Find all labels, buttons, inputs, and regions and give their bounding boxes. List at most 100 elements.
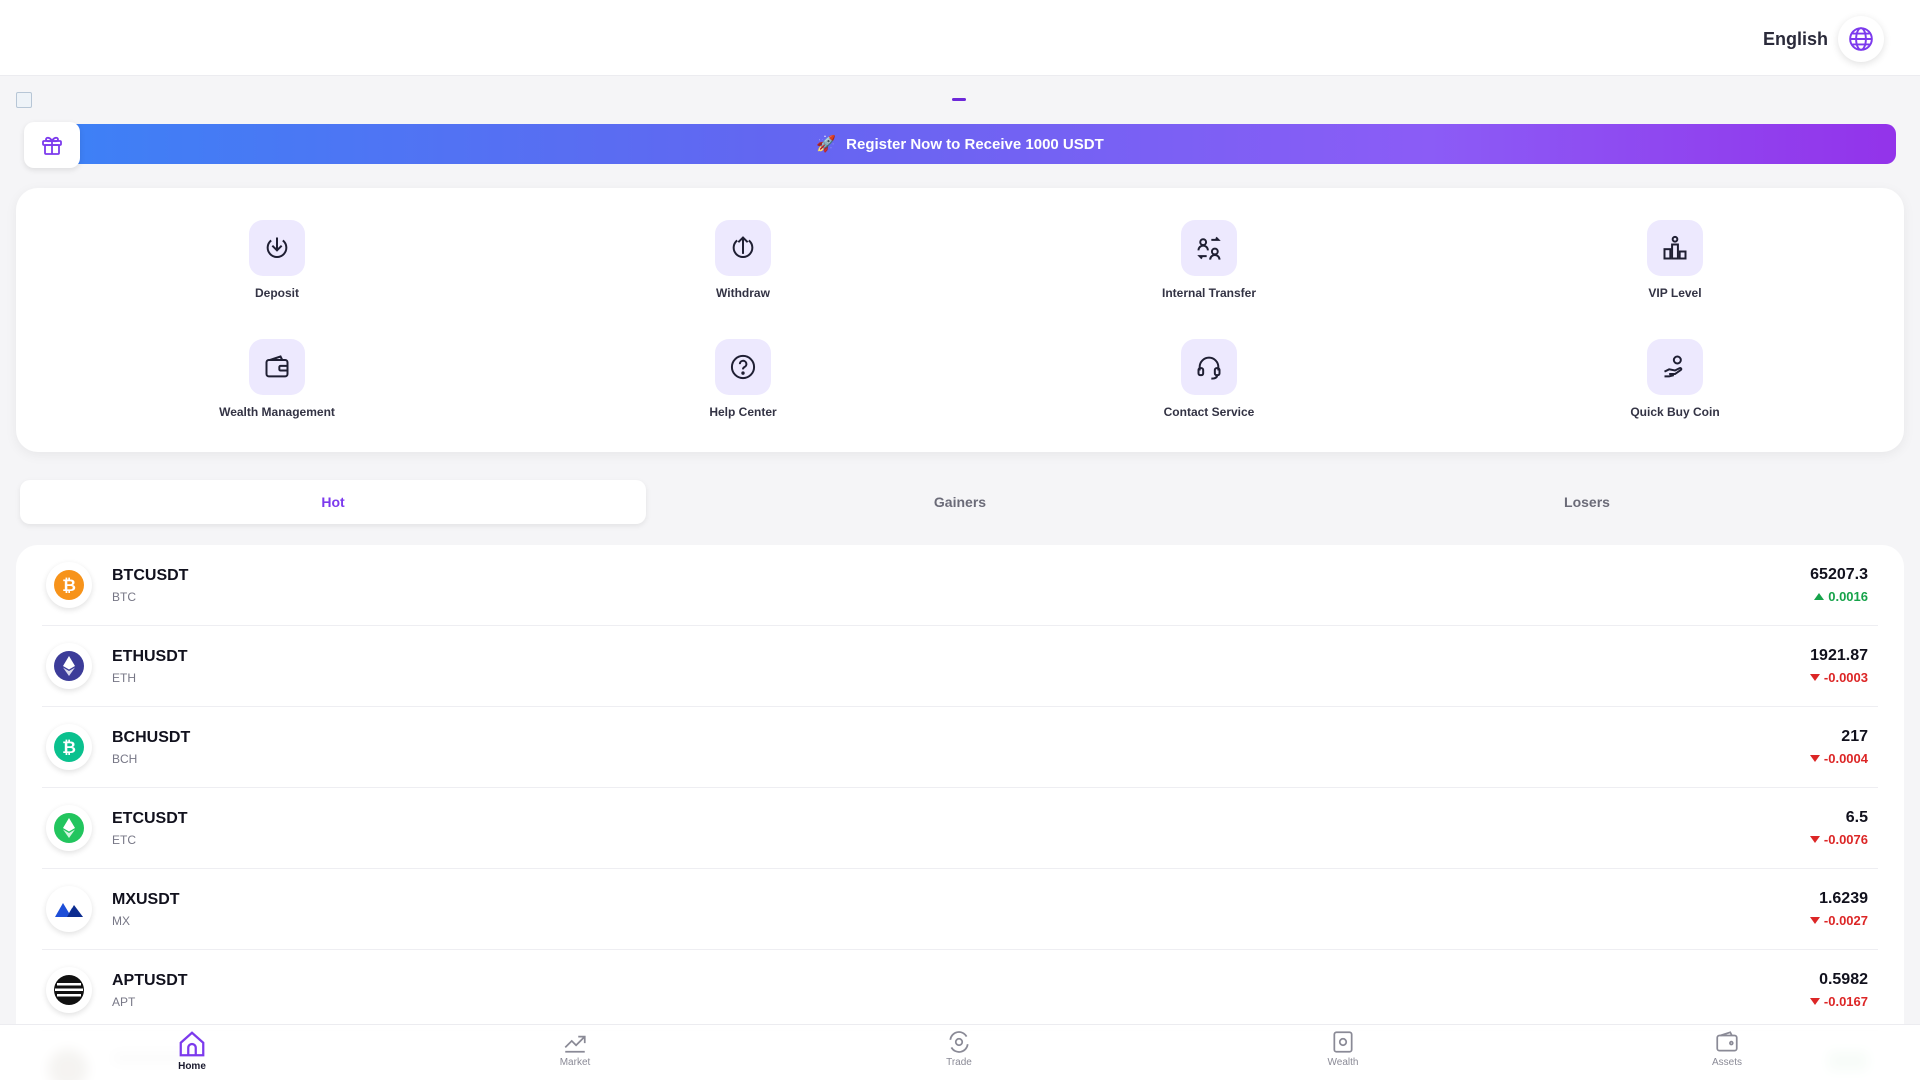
change-value: -0.0076	[1823, 832, 1868, 847]
change-value: -0.0003	[1823, 670, 1868, 685]
wealth-icon	[1333, 1031, 1353, 1053]
market-row-btc[interactable]: ₿ BTCUSDT BTC 65207.3 0.0016	[42, 545, 1878, 626]
action-label: Quick Buy Coin	[1630, 405, 1720, 419]
language-label[interactable]: English	[1763, 29, 1828, 50]
pair-change: -0.0076	[1809, 832, 1868, 847]
top-header: English	[0, 0, 1920, 76]
pair-change: 0.0016	[1814, 589, 1868, 604]
etc-coin-icon	[46, 805, 92, 851]
nav-assets[interactable]: Assets	[1667, 1029, 1787, 1068]
pair-name: BCHUSDT	[112, 729, 191, 746]
nav-market[interactable]: Market	[515, 1029, 635, 1068]
language-selector[interactable]: English	[1763, 16, 1884, 62]
tab-gainers[interactable]: Gainers	[647, 480, 1273, 524]
action-label: Wealth Management	[219, 405, 335, 419]
deposit-button[interactable]: Deposit	[177, 220, 377, 300]
pair-price: 6.5	[1845, 809, 1868, 826]
market-tabs: Hot Gainers Losers	[20, 480, 1900, 524]
change-value: 0.0016	[1828, 589, 1868, 604]
market-row-bch[interactable]: ₿ BCHUSDT BCH 217 -0.0004	[42, 707, 1878, 788]
pair-price: 65207.3	[1810, 566, 1868, 583]
buy-coin-icon	[1647, 339, 1703, 395]
pair-name: ETCUSDT	[112, 810, 188, 827]
quick-actions-card: Deposit Withdraw Internal Transfer VIP L…	[16, 188, 1904, 452]
headset-icon	[1181, 339, 1237, 395]
withdraw-icon	[715, 220, 771, 276]
pair-symbol: APT	[112, 995, 136, 1009]
nav-label: Trade	[946, 1057, 972, 1068]
vip-level-button[interactable]: VIP Level	[1575, 220, 1775, 300]
down-arrow-icon	[1809, 917, 1820, 924]
help-center-button[interactable]: Help Center	[643, 339, 843, 419]
action-label: Help Center	[709, 405, 777, 419]
down-arrow-icon	[1809, 836, 1820, 843]
pair-change: -0.0167	[1809, 994, 1868, 1009]
nav-label: Home	[178, 1061, 206, 1072]
action-label: VIP Level	[1648, 286, 1702, 300]
apt-coin-icon	[46, 967, 92, 1013]
svg-text:₿: ₿	[62, 576, 76, 596]
market-row-eth[interactable]: ETHUSDT ETH 1921.87 -0.0003	[42, 626, 1878, 707]
help-icon	[715, 339, 771, 395]
vip-icon	[1647, 220, 1703, 276]
market-icon	[564, 1035, 586, 1053]
trade-icon	[949, 1031, 969, 1053]
bch-coin-icon: ₿	[46, 724, 92, 770]
wealth-management-button[interactable]: Wealth Management	[177, 339, 377, 419]
market-row-apt[interactable]: APTUSDT APT 0.5982 -0.0167	[42, 950, 1878, 1031]
market-row-etc[interactable]: ETCUSDT ETC 6.5 -0.0076	[42, 788, 1878, 869]
home-icon	[179, 1031, 205, 1057]
action-label: Withdraw	[716, 286, 770, 300]
gift-icon[interactable]	[24, 122, 80, 168]
up-arrow-icon	[1814, 593, 1825, 600]
pair-name: ETHUSDT	[112, 648, 188, 665]
pair-price: 1921.87	[1810, 647, 1868, 664]
pair-change: -0.0003	[1809, 670, 1868, 685]
nav-trade[interactable]: Trade	[899, 1029, 1019, 1068]
pair-symbol: MX	[112, 914, 130, 928]
change-value: -0.0027	[1823, 913, 1868, 928]
market-row-mx[interactable]: MXUSDT MX 1.6239 -0.0027	[42, 869, 1878, 950]
down-arrow-icon	[1809, 998, 1820, 1005]
action-label: Internal Transfer	[1161, 286, 1257, 300]
pair-symbol: ETH	[112, 671, 136, 685]
nav-label: Market	[559, 1057, 591, 1068]
mx-coin-icon	[46, 886, 92, 932]
btc-coin-icon: ₿	[46, 562, 92, 608]
pair-change: -0.0004	[1809, 751, 1868, 766]
pair-name: BTCUSDT	[112, 567, 189, 584]
tab-losers[interactable]: Losers	[1274, 480, 1900, 524]
wallet-icon	[249, 339, 305, 395]
eth-coin-icon	[46, 643, 92, 689]
down-arrow-icon	[1809, 755, 1820, 762]
register-banner[interactable]: 🚀 Register Now to Receive 1000 USDT	[24, 124, 1896, 164]
pair-price: 1.6239	[1819, 890, 1868, 907]
nav-wealth[interactable]: Wealth	[1283, 1029, 1403, 1068]
pair-symbol: ETC	[112, 833, 136, 847]
contact-service-button[interactable]: Contact Service	[1109, 339, 1309, 419]
tab-hot[interactable]: Hot	[20, 480, 646, 524]
pair-price: 217	[1841, 728, 1868, 745]
quick-buy-coin-button[interactable]: Quick Buy Coin	[1575, 339, 1775, 419]
bottom-navigation: Home Market Trade Wealth Assets	[0, 1024, 1920, 1080]
withdraw-button[interactable]: Withdraw	[643, 220, 843, 300]
rocket-icon: 🚀	[816, 136, 837, 153]
pair-name: APTUSDT	[112, 972, 188, 989]
pair-symbol: BTC	[112, 590, 136, 604]
market-list: ₿ BTCUSDT BTC 65207.3 0.0016 ETHUSDT ETH…	[16, 545, 1904, 1080]
deposit-icon	[249, 220, 305, 276]
nav-home[interactable]: Home	[132, 1029, 252, 1072]
nav-label: Wealth	[1327, 1057, 1359, 1068]
carousel-indicator[interactable]	[952, 98, 966, 101]
change-value: -0.0167	[1823, 994, 1868, 1009]
nav-label: Assets	[1711, 1057, 1742, 1068]
assets-icon	[1716, 1031, 1738, 1052]
banner-text[interactable]: Register Now to Receive 1000 USDT	[846, 136, 1104, 153]
pair-name: MXUSDT	[112, 891, 180, 908]
action-label: Contact Service	[1163, 405, 1255, 419]
change-value: -0.0004	[1823, 751, 1868, 766]
internal-transfer-button[interactable]: Internal Transfer	[1109, 220, 1309, 300]
pair-change: -0.0027	[1809, 913, 1868, 928]
pair-symbol: BCH	[112, 752, 138, 766]
globe-icon[interactable]	[1838, 16, 1884, 62]
